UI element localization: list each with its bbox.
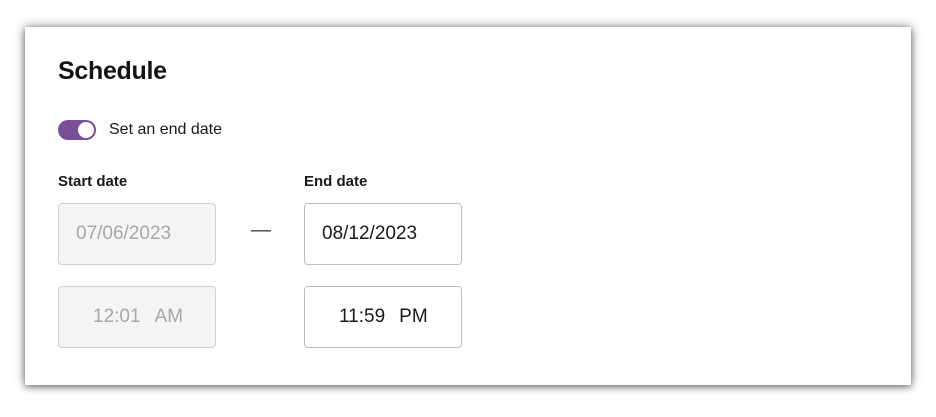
end-time-field[interactable]: 11:59 PM	[304, 286, 462, 348]
start-date-value: 07/06/2023	[76, 223, 172, 244]
end-date-value: 08/12/2023	[322, 223, 418, 244]
end-time-ampm: PM	[399, 306, 428, 327]
end-date-toggle[interactable]	[58, 120, 96, 140]
start-time-ampm: AM	[154, 306, 184, 327]
end-date-field[interactable]: 08/12/2023	[304, 203, 462, 265]
start-date-label: Start date	[58, 173, 128, 190]
section-title: Schedule	[58, 57, 167, 85]
start-time-value: 12:01	[93, 306, 141, 327]
start-date-field: 07/06/2023	[58, 203, 216, 265]
page: Schedule Set an end date Start date End …	[0, 0, 936, 417]
end-date-label: End date	[304, 173, 368, 190]
start-time-field: 12:01 AM	[58, 286, 216, 348]
date-range-separator: —	[251, 219, 271, 241]
schedule-card: Schedule Set an end date Start date End …	[25, 27, 911, 385]
end-time-value: 11:59	[339, 306, 386, 327]
end-date-toggle-label: Set an end date	[109, 121, 222, 138]
toggle-knob	[78, 122, 94, 138]
